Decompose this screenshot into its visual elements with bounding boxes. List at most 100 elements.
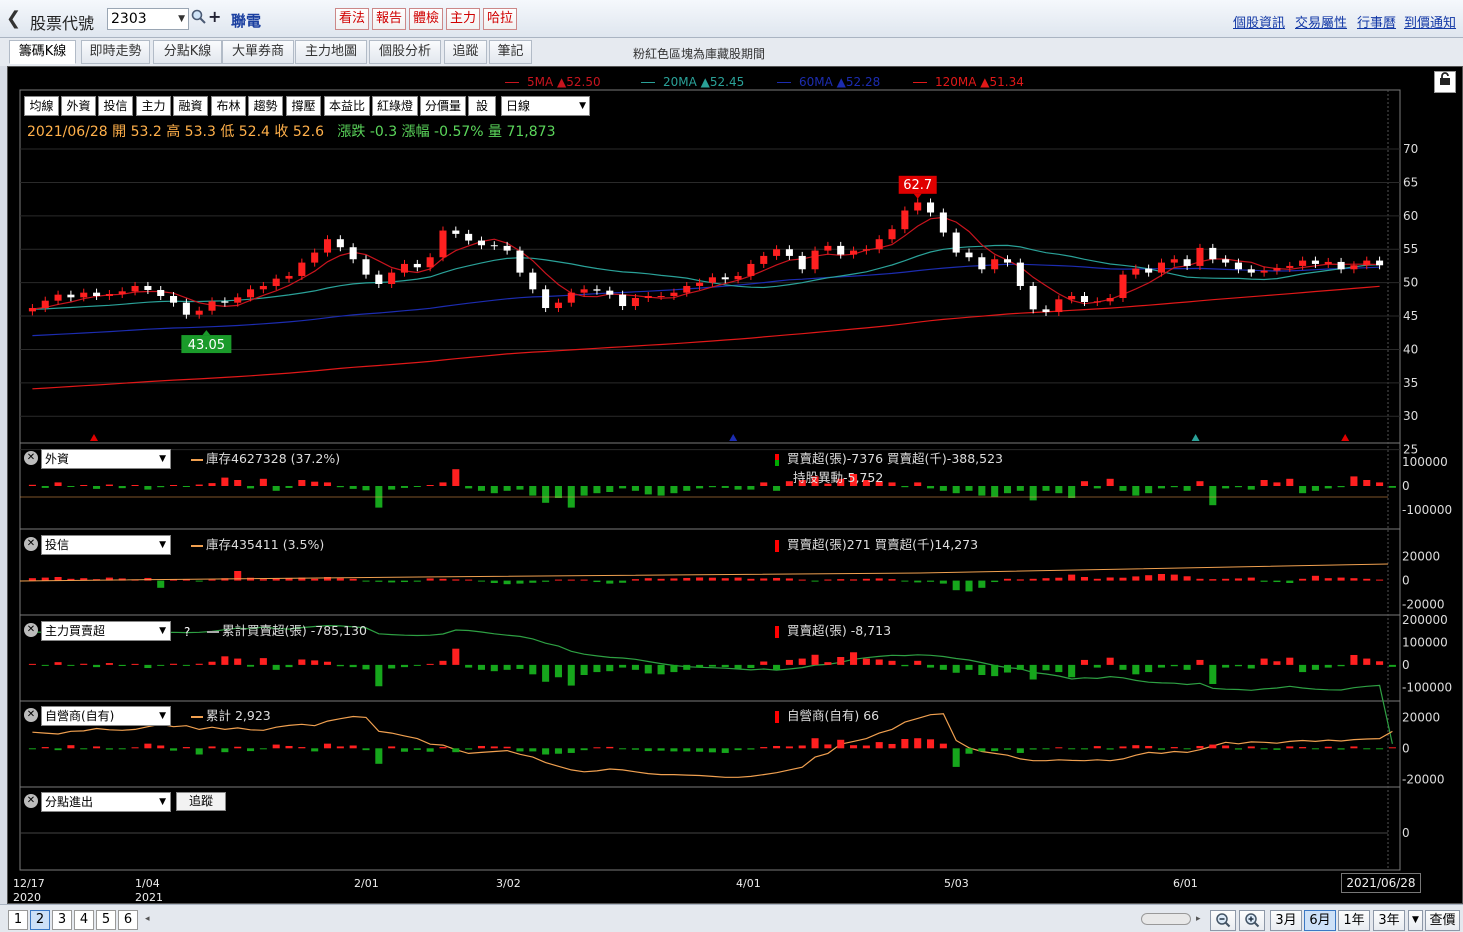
horizontal-scrollbar[interactable] bbox=[1141, 913, 1191, 925]
foreign-panel-select[interactable]: 外資 ▼ bbox=[41, 449, 171, 469]
tab-3[interactable]: 分點K線 bbox=[153, 40, 222, 64]
indicator-button-11[interactable]: 分價量 bbox=[420, 96, 466, 116]
trust-panel-select[interactable]: 投信 ▼ bbox=[41, 535, 171, 555]
buy-sell-bar bbox=[1337, 748, 1345, 750]
indicator-button-6[interactable]: 布林 bbox=[211, 96, 246, 116]
indicator-button-3[interactable]: 投信 bbox=[98, 96, 133, 116]
lock-icon[interactable] bbox=[1434, 71, 1456, 93]
indicator-button-5[interactable]: 融資 bbox=[173, 96, 208, 116]
zoom-out-icon[interactable] bbox=[1210, 910, 1236, 931]
scroll-right-icon[interactable]: ▸ bbox=[1196, 914, 1201, 924]
action-button-2[interactable]: 報告 bbox=[372, 8, 406, 30]
page-button-1[interactable]: 1 bbox=[8, 910, 28, 930]
main-panel-select[interactable]: 主力買賣超 ▼ bbox=[41, 621, 171, 641]
date-axis-label-5: 4/01 bbox=[736, 877, 761, 891]
range-button-4[interactable]: 3年 bbox=[1373, 910, 1405, 931]
tab-6[interactable]: 個股分析 bbox=[369, 40, 441, 64]
buy-sell-bar bbox=[182, 664, 190, 666]
buy-sell-bar bbox=[336, 578, 344, 581]
help-icon[interactable]: ? bbox=[184, 625, 190, 639]
close-trust-panel-icon[interactable]: ✕ bbox=[24, 537, 38, 551]
tab-7[interactable]: 追蹤 bbox=[444, 40, 487, 64]
ohlc-change: 漲跌 -0.3 bbox=[337, 124, 398, 140]
chevron-down-icon[interactable]: ▼ bbox=[178, 9, 185, 29]
close-dealer-panel-icon[interactable]: ✕ bbox=[24, 708, 38, 722]
candle-body bbox=[311, 252, 319, 263]
range-button-3[interactable]: 1年 bbox=[1338, 910, 1370, 931]
buy-sell-bar bbox=[1350, 654, 1358, 665]
buy-sell-bar bbox=[606, 580, 614, 584]
indicator-button-1[interactable]: 均線 bbox=[24, 96, 59, 116]
stock-name[interactable]: 聯電 bbox=[231, 10, 261, 31]
page-button-5[interactable]: 5 bbox=[96, 910, 116, 930]
chart-area[interactable]: 70 65 60 55 50 45 40 35 30 25 62.7 43.05 100000 0 -100… bbox=[7, 66, 1463, 904]
buy-sell-bar bbox=[760, 578, 768, 581]
action-button-3[interactable]: 體檢 bbox=[409, 8, 443, 30]
tab-2[interactable]: 即時走勢 bbox=[81, 40, 150, 64]
action-button-4[interactable]: 主力 bbox=[446, 8, 480, 30]
buy-sell-bar bbox=[554, 748, 562, 754]
action-button-5[interactable]: 哈拉 bbox=[483, 8, 517, 30]
buy-sell-bar bbox=[41, 747, 49, 749]
indicator-button-9[interactable]: 本益比 bbox=[324, 96, 370, 116]
indicator-button-2[interactable]: 外資 bbox=[61, 96, 96, 116]
query-price-button[interactable]: 查價 bbox=[1425, 910, 1460, 931]
dealer-panel-select[interactable]: 自營商(自有) ▼ bbox=[41, 706, 171, 726]
page-button-4[interactable]: 4 bbox=[74, 910, 94, 930]
indicator-button-8[interactable]: 撐壓 bbox=[286, 96, 321, 116]
header-link-4[interactable]: 到價通知 bbox=[1404, 12, 1456, 31]
close-branch-panel-icon[interactable]: ✕ bbox=[24, 794, 38, 808]
branch-panel-select[interactable]: 分點進出 ▼ bbox=[41, 792, 171, 812]
indicator-button-10[interactable]: 紅綠燈 bbox=[372, 96, 418, 116]
buy-sell-bar bbox=[1042, 664, 1050, 671]
tab-5[interactable]: 主力地圖 bbox=[295, 40, 367, 64]
buy-sell-bar bbox=[170, 748, 178, 751]
page-button-3[interactable]: 3 bbox=[52, 910, 72, 930]
close-main-panel-icon[interactable]: ✕ bbox=[24, 623, 38, 637]
tab-1[interactable]: 籌碼K線 bbox=[9, 40, 76, 64]
range-button-2[interactable]: 6月 bbox=[1304, 910, 1336, 931]
candle-body bbox=[914, 202, 922, 211]
buy-sell-bar bbox=[234, 480, 242, 486]
candle-body bbox=[901, 210, 909, 230]
add-watchlist-icon[interactable]: + bbox=[208, 7, 221, 26]
indicator-button-4[interactable]: 主力 bbox=[136, 96, 171, 116]
back-icon[interactable]: ❮ bbox=[6, 8, 24, 30]
main-stats-text: 買賣超(張) -8,713 bbox=[787, 623, 892, 638]
close-foreign-panel-icon[interactable]: ✕ bbox=[24, 451, 38, 465]
stock-code-input[interactable]: 2303 ▼ bbox=[107, 8, 189, 30]
tab-8[interactable]: 筆記 bbox=[489, 40, 532, 64]
track-button[interactable]: 追蹤 bbox=[176, 792, 226, 811]
page-button-2[interactable]: 2 bbox=[30, 910, 50, 930]
range-button-1[interactable]: 3月 bbox=[1270, 910, 1302, 931]
buy-sell-bar bbox=[850, 652, 858, 665]
chevron-down-icon: ▼ bbox=[159, 797, 166, 807]
page-scroll-left-icon[interactable]: ◂ bbox=[145, 914, 150, 924]
header-link-3[interactable]: 行事曆 bbox=[1357, 12, 1396, 31]
range-dropdown-icon[interactable]: ▼ bbox=[1408, 910, 1423, 931]
indicator-button-12[interactable]: 設 bbox=[468, 96, 496, 116]
zoom-in-icon[interactable] bbox=[1239, 910, 1265, 931]
candle-body bbox=[747, 263, 755, 276]
ohlc-volume: 量 71,873 bbox=[488, 124, 556, 140]
action-button-1[interactable]: 看法 bbox=[335, 8, 369, 30]
buy-sell-bar bbox=[1222, 664, 1230, 668]
tab-4[interactable]: 大單券商 bbox=[222, 40, 294, 64]
candle-body bbox=[285, 275, 293, 279]
buy-sell-bar bbox=[850, 745, 858, 749]
panel-axis-label: 0 bbox=[1402, 574, 1410, 588]
candle-body bbox=[580, 289, 588, 293]
buy-sell-bar bbox=[477, 664, 485, 670]
buy-sell-bar bbox=[542, 580, 550, 582]
search-icon[interactable] bbox=[191, 9, 207, 27]
indicator-button-7[interactable]: 趨勢 bbox=[248, 96, 283, 116]
period-select[interactable]: 日線 ▼ bbox=[501, 96, 590, 116]
chevron-down-icon: ▼ bbox=[159, 454, 166, 464]
buy-sell-bar bbox=[54, 482, 62, 486]
header-link-2[interactable]: 交易屬性 bbox=[1295, 12, 1347, 31]
buy-sell-bar bbox=[452, 748, 460, 753]
buy-sell-bar bbox=[503, 486, 511, 491]
header-link-1[interactable]: 個股資訊 bbox=[1233, 12, 1285, 31]
page-button-6[interactable]: 6 bbox=[118, 910, 138, 930]
chip-kline-chart[interactable]: 7065605550454035302562.743.051000000-100… bbox=[8, 67, 1462, 903]
